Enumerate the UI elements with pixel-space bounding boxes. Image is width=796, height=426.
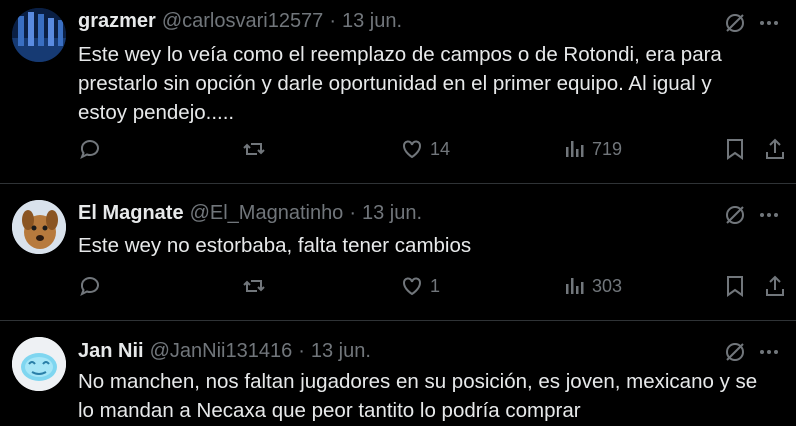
reply-tweet[interactable]: Jan Nii @JanNii131416 · 13 jun. No manch…: [0, 321, 796, 426]
like-icon: [403, 277, 421, 296]
like-count: 14: [430, 138, 451, 159]
retweet-button[interactable]: [242, 274, 266, 298]
share-icon: [766, 138, 784, 159]
views-button[interactable]: 303: [564, 274, 622, 298]
action-bar: 1 303: [78, 274, 790, 304]
bookmark-icon: [727, 276, 743, 297]
tweet-date[interactable]: 13 jun.: [311, 340, 371, 363]
view-count: 719: [592, 138, 623, 159]
bookmark-button[interactable]: [724, 274, 746, 298]
author-handle[interactable]: @JanNii131416: [150, 340, 293, 363]
share-button[interactable]: [764, 137, 786, 161]
separator: ·: [329, 10, 336, 32]
tweet-text: No manchen, nos faltan jugadores en su p…: [78, 367, 758, 425]
tweet-text-line: Este wey lo veía como el reemplazo de ca…: [78, 43, 722, 66]
reply-button[interactable]: [78, 274, 102, 298]
avatar[interactable]: [12, 200, 66, 254]
separator: ·: [298, 340, 305, 362]
tweet-text-line: prestarlo sin opción y darle oportunidad…: [78, 72, 712, 95]
views-icon: [566, 141, 584, 157]
stadium-avatar-image: [12, 8, 66, 62]
views-button[interactable]: 719: [564, 137, 622, 161]
blue-face-avatar-image: [12, 337, 66, 391]
more-icon[interactable]: [758, 341, 780, 368]
reply-tweet[interactable]: El Magnate @El_Magnatinho · 13 jun. Este…: [0, 184, 796, 320]
tweet-text-line: estoy pendejo.....: [78, 101, 235, 124]
like-button[interactable]: 14: [400, 137, 450, 161]
retweet-button[interactable]: [242, 137, 266, 161]
tweet-text-line: No manchen, nos faltan jugadores en su p…: [78, 370, 758, 393]
author-handle[interactable]: @carlosvari12577: [162, 10, 324, 33]
tweet-text: Este wey lo veía como el reemplazo de ca…: [78, 40, 758, 127]
separator: ·: [349, 202, 356, 224]
like-icon: [403, 140, 421, 159]
reply-tweet[interactable]: grazmer @carlosvari12577 · 13 jun. Este …: [0, 0, 796, 183]
grok-icon[interactable]: [724, 341, 746, 368]
retweet-icon: [243, 143, 265, 155]
like-button[interactable]: 1: [400, 274, 440, 298]
share-icon: [766, 275, 784, 296]
action-bar: 14 719: [78, 137, 790, 167]
reply-icon: [80, 140, 99, 160]
like-count: 1: [430, 275, 441, 296]
tweet-date[interactable]: 13 jun.: [342, 10, 402, 33]
retweet-icon: [243, 280, 265, 292]
dog-avatar-image: [12, 200, 66, 254]
more-icon[interactable]: [758, 204, 780, 231]
tweet-text-line: lo mandan a Necaxa que peor tantito lo p…: [78, 399, 581, 422]
bookmark-button[interactable]: [724, 137, 746, 161]
views-icon: [566, 278, 584, 294]
author-name[interactable]: El Magnate: [78, 202, 184, 225]
tweet-text: Este wey no estorbaba, falta tener cambi…: [78, 231, 758, 260]
tweet-date[interactable]: 13 jun.: [362, 202, 422, 225]
author-name[interactable]: grazmer: [78, 10, 156, 33]
share-button[interactable]: [764, 274, 786, 298]
grok-icon[interactable]: [724, 12, 746, 39]
more-icon[interactable]: [758, 12, 780, 39]
author-handle[interactable]: @El_Magnatinho: [190, 202, 344, 225]
view-count: 303: [592, 275, 623, 296]
reply-icon: [80, 277, 99, 297]
bookmark-icon: [727, 139, 743, 160]
avatar[interactable]: [12, 337, 66, 391]
grok-icon[interactable]: [724, 204, 746, 231]
author-name[interactable]: Jan Nii: [78, 340, 144, 363]
reply-button[interactable]: [78, 137, 102, 161]
tweet-text-line: Este wey no estorbaba, falta tener cambi…: [78, 234, 472, 257]
avatar[interactable]: [12, 8, 66, 62]
